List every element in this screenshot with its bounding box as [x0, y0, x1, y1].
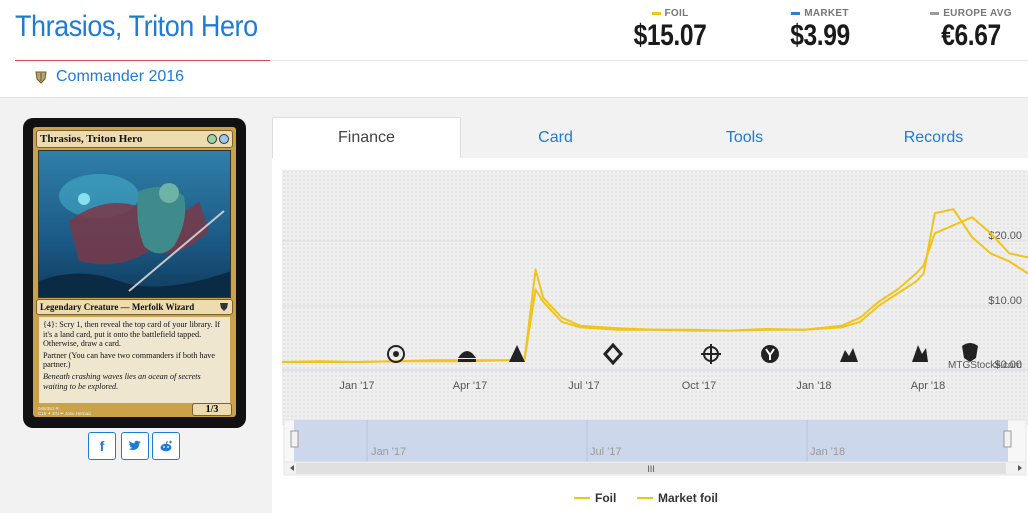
price-foil-value: $15.07	[633, 19, 707, 52]
reddit-icon	[160, 440, 172, 452]
price-market-label: MARKET	[804, 8, 849, 19]
card-textbox: {4}: Scry 1, then reveal the top card of…	[39, 317, 230, 403]
tab-finance[interactable]: Finance	[272, 117, 461, 158]
reddit-share-button[interactable]	[152, 432, 180, 460]
twitter-share-button[interactable]	[121, 432, 149, 460]
facebook-icon: f	[99, 438, 105, 454]
set-icon-5	[701, 344, 721, 364]
card-image-name: Thrasios, Triton Hero	[40, 133, 143, 145]
header-divider	[270, 60, 1028, 61]
y-label-10: $10.00	[988, 295, 1022, 307]
set-icon-2	[458, 351, 476, 362]
series-layer	[281, 208, 1028, 363]
card-flavor-text: Beneath crashing waves lies an ocean of …	[43, 371, 201, 391]
x-label-jul17: Jul '17	[568, 380, 599, 392]
price-chart: $20.00 $10.00 $0.00 MTGStocks.com Jan '1…	[272, 158, 1028, 513]
x-label-jan17: Jan '17	[339, 380, 374, 392]
chart-watermark: MTGStocks.com	[948, 360, 1022, 371]
x-label-jan18: Jan '18	[796, 380, 831, 392]
price-foil-label: FOIL	[664, 8, 689, 19]
nav-label-jan18: Jan '18	[810, 446, 845, 458]
legend-item-market-foil[interactable]: Market foil	[637, 491, 718, 505]
x-label-oct17: Oct '17	[682, 380, 717, 392]
tab-bar: Finance Card Tools Records	[272, 117, 1028, 158]
scrollbar-grip: III	[647, 464, 655, 474]
card-power-toughness: 1/3	[192, 403, 232, 416]
blue-mana-icon	[219, 134, 229, 144]
green-mana-icon	[207, 134, 217, 144]
chart-canvas[interactable]: $20.00 $10.00 $0.00 MTGStocks.com Jan '1…	[272, 158, 1028, 513]
commander-set-icon	[35, 71, 47, 84]
price-europe: EUROPE AVG €6.67	[925, 8, 1017, 53]
series-line-market-foil	[281, 216, 1028, 363]
market-legend-swatch	[791, 12, 801, 15]
legend-label-market-foil: Market foil	[658, 491, 718, 505]
x-label-apr18: Apr '18	[911, 380, 946, 392]
europe-legend-swatch	[930, 12, 940, 15]
price-market-value: $3.99	[790, 19, 850, 52]
tab-records[interactable]: Records	[839, 117, 1028, 158]
nav-label-jan17: Jan '17	[371, 446, 406, 458]
card-rules-text: {4}: Scry 1, then reveal the top card of…	[43, 320, 221, 349]
set-icon-3	[509, 345, 525, 362]
x-label-apr17: Apr '17	[453, 380, 488, 392]
set-icon-7	[840, 348, 858, 362]
nav-label-jul17: Jul '17	[590, 446, 621, 458]
set-symbol-icon	[220, 303, 228, 311]
twitter-icon	[128, 440, 141, 451]
series-line-foil	[282, 208, 1028, 363]
navigator-handle-right[interactable]	[1003, 430, 1012, 448]
set-link[interactable]: Commander 2016	[34, 68, 184, 86]
card-art	[38, 150, 231, 298]
title-underline	[15, 60, 270, 61]
card-partner-text: Partner (You can have two commanders if …	[43, 350, 215, 370]
set-icon-6	[761, 345, 779, 363]
price-europe-value: €6.67	[941, 19, 1001, 52]
foil-legend-swatch	[651, 12, 661, 15]
set-icon-4	[602, 342, 624, 366]
card-title: Thrasios, Triton Hero	[15, 10, 258, 43]
set-icon-1	[387, 345, 405, 363]
card-footer: 046/351 R C16 ✦ EN ✒ Josu Hernaiz	[38, 406, 91, 416]
navigator-handle-left[interactable]	[290, 430, 299, 448]
card-artist-line: C16 ✦ EN ✒ Josu Hernaiz	[38, 411, 92, 416]
legend-item-foil[interactable]: Foil	[574, 491, 616, 505]
card-type-line: Legendary Creature — Merfolk Wizard	[40, 302, 195, 312]
price-europe-label: EUROPE AVG	[943, 8, 1012, 19]
set-name: Commander 2016	[56, 68, 185, 85]
tab-tools[interactable]: Tools	[650, 117, 839, 158]
card-image: Thrasios, Triton Hero Legendary Creature…	[23, 118, 246, 428]
set-icon-8	[912, 345, 928, 362]
legend-label-foil: Foil	[595, 491, 616, 505]
tab-card[interactable]: Card	[461, 117, 650, 158]
mana-cost	[207, 134, 229, 144]
facebook-share-button[interactable]: f	[88, 432, 116, 460]
price-market: MARKET $3.99	[775, 8, 865, 53]
price-foil: FOIL $15.07	[625, 8, 715, 53]
